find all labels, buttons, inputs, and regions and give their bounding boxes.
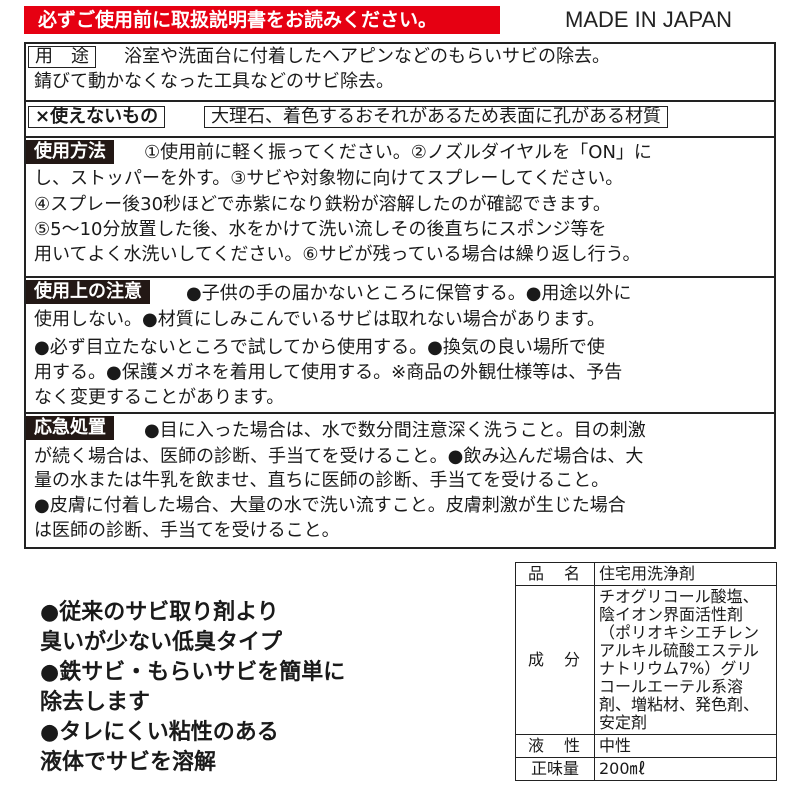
usage-line: 錆びて動かなくなった工具などのサビ除去。 <box>34 71 394 92</box>
spec-key: 品 名 <box>515 562 595 586</box>
usage-line: 浴室や洗面台に付着したヘアピンなどのもらいサビの除去。 <box>124 46 610 67</box>
ingredient-line: （ポリオキシエチレン <box>599 623 760 642</box>
instructions-box: 用 途 浴室や洗面台に付着したヘアピンなどのもらいサビの除去。 錆びて動かなくな… <box>24 42 776 549</box>
spec-value: 200㎖ <box>594 757 777 781</box>
feature-line: 臭いが少ない低臭タイプ <box>40 630 283 655</box>
spec-table: 品 名 住宅用洗浄剤 成 分 チオグリコール酸塩、 陰イオン界面活性剤 （ポリオ… <box>515 562 777 781</box>
ingredient-line: チオグリコール酸塩、 <box>599 587 759 606</box>
spec-key: 液 性 <box>515 734 595 758</box>
first-aid-line: は医師の診断、手当てを受けること。 <box>34 520 340 541</box>
first-aid-line: ●目に入った場合は、水で数分間注意深く洗うこと。目の刺激 <box>144 420 646 441</box>
feature-line: ●鉄サビ・もらいサビを簡単に <box>40 660 346 685</box>
how-to-use-line: ④スプレー後30秒ほどで赤紫になり鉄粉が溶解したのが確認できます。 <box>34 194 611 215</box>
usage-label: 用 途 <box>28 46 96 68</box>
how-to-use-line: ①使用前に軽く振ってください。②ノズルダイヤルを「ON」に <box>144 142 652 163</box>
feature-line: ●従来のサビ取り剤より <box>40 600 279 625</box>
ingredient-line: 剤、増粘材、発色剤、 <box>599 695 760 714</box>
ingredient-line: 陰イオン界面活性剤 <box>599 605 744 624</box>
first-aid-line: ●皮膚に付着した場合、大量の水で洗い流すこと。皮膚刺激が生じた場合 <box>34 495 626 516</box>
precautions-line: 用する。●保護メガネを着用して使用する。※商品の外観仕様等は、予告 <box>34 362 623 383</box>
feature-list: ●従来のサビ取り剤より 臭いが少ない低臭タイプ ●鉄サビ・もらいサビを簡単に 除… <box>40 598 345 778</box>
origin-label: MADE IN JAPAN <box>565 7 733 32</box>
spec-row-liquid: 液 性 中性 <box>515 734 777 758</box>
spec-row-product: 品 名 住宅用洗浄剤 <box>515 562 777 586</box>
spec-row-volume: 正味量 200㎖ <box>515 757 777 781</box>
precautions-line: ●必ず目立たないところで試してから使用する。●換気の良い場所で使 <box>34 337 605 358</box>
how-to-use-line: 用いてよく水洗いしてください。⑥サビが残っている場合は繰り返し行う。 <box>34 244 641 265</box>
how-to-use-line: ⑤5～10分放置した後、水をかけて洗い流しその後直ちにスポンジ等を <box>34 219 607 240</box>
not-usable-section: ×使えないもの 大理石、着色するおそれがあるため表面に孔がある材質 <box>26 100 774 134</box>
not-usable-text: 大理石、着色するおそれがあるため表面に孔がある材質 <box>204 106 668 128</box>
feature-line: 液体でサビを溶解 <box>40 750 217 775</box>
feature-line: 除去します <box>40 690 151 715</box>
feature-line: ●タレにくい粘性のある <box>40 720 279 745</box>
precautions-line: ●子供の手の届かないところに保管する。●用途以外に <box>186 283 632 304</box>
how-to-use-line: し、ストッパーを外す。③サビや対象物に向けてスプレーしてください。 <box>34 168 624 189</box>
precautions-section: 使用上の注意 ●子供の手の届かないところに保管する。●用途以外に 使用しない。●… <box>26 276 774 412</box>
precautions-label: 使用上の注意 <box>26 280 150 304</box>
spec-key: 成 分 <box>515 585 595 735</box>
precautions-line: なく変更することがあります。 <box>34 387 285 408</box>
how-to-use-section: 使用方法 ①使用前に軽く振ってください。②ノズルダイヤルを「ON」に し、ストッ… <box>26 136 774 276</box>
first-aid-label: 応急処置 <box>26 416 114 440</box>
not-usable-label: ×使えないもの <box>28 106 166 128</box>
spec-value: 住宅用洗浄剤 <box>594 562 777 586</box>
spec-key: 正味量 <box>515 757 595 781</box>
first-aid-section: 応急処置 ●目に入った場合は、水で数分間注意深く洗うこと。目の刺激 が続く場合は… <box>26 412 774 547</box>
spec-value: チオグリコール酸塩、 陰イオン界面活性剤 （ポリオキシエチレン アルキル硫酸エス… <box>594 585 777 735</box>
precautions-line: 使用しない。●材質にしみこんでいるサビは取れない場合があります。 <box>34 309 606 330</box>
ingredient-line: コールエーテル系溶 <box>599 677 744 696</box>
first-aid-line: 量の水または牛乳を飲ませ、直ちに医師の診断、手当てを受けること。 <box>34 470 610 491</box>
warning-banner: 必ずご使用前に取扱説明書をお読みください。 <box>24 6 500 34</box>
usage-section: 用 途 浴室や洗面台に付着したヘアピンなどのもらいサビの除去。 錆びて動かなくな… <box>26 44 774 98</box>
first-aid-line: が続く場合は、医師の診断、手当てを受けること。●飲み込んだ場合は、大 <box>34 446 644 467</box>
ingredient-line: アルキル硫酸エステル <box>599 641 759 660</box>
ingredient-line: 安定剤 <box>599 713 648 732</box>
spec-value: 中性 <box>594 734 777 758</box>
ingredient-line: ナトリウム7%）グリ <box>599 659 753 678</box>
spec-row-ingredients: 成 分 チオグリコール酸塩、 陰イオン界面活性剤 （ポリオキシエチレン アルキル… <box>515 585 777 735</box>
how-to-use-label: 使用方法 <box>26 140 114 164</box>
